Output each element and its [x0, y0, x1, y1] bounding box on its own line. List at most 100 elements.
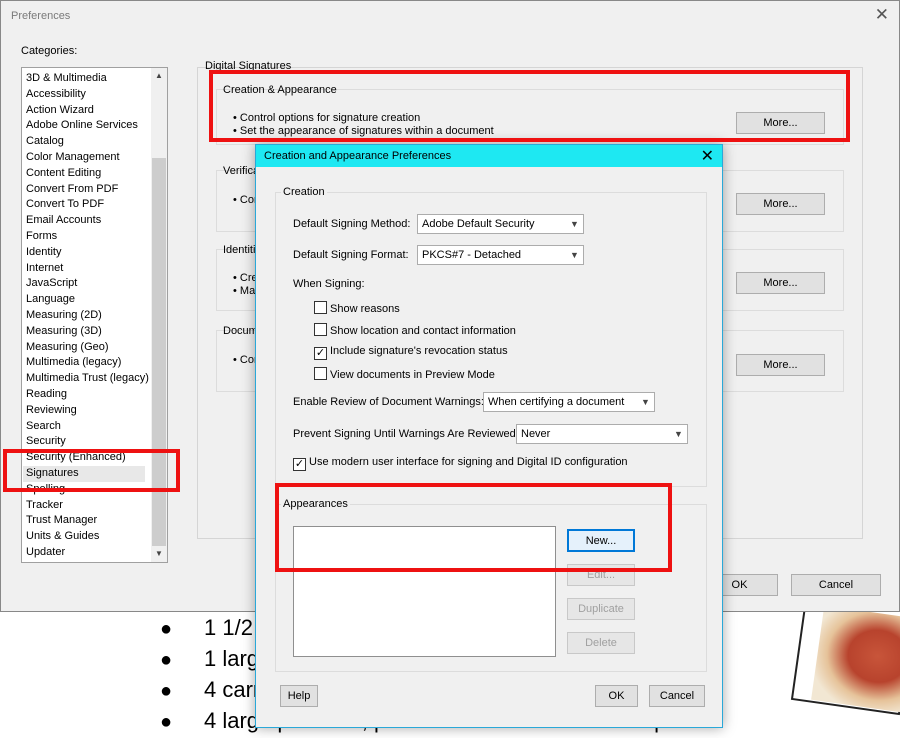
chevron-down-icon: ▼ — [570, 219, 579, 229]
checkmark-icon[interactable]: ✓ — [314, 347, 327, 360]
chevron-down-icon: ▼ — [641, 397, 650, 407]
section-line: • Ma — [233, 285, 256, 297]
category-item[interactable]: Security (Enhanced) — [26, 450, 126, 466]
category-item[interactable]: Tracker — [26, 498, 63, 514]
checkmark-icon[interactable]: ✓ — [293, 458, 306, 471]
revocation-status-checkbox[interactable]: ✓ Include signature's revocation status — [314, 345, 508, 360]
category-item[interactable]: Search — [26, 419, 61, 435]
creation-appearance-dialog: Creation and Appearance Preferences ✕ Cr… — [255, 144, 723, 728]
category-item[interactable]: 3D & Multimedia — [26, 71, 107, 87]
section-line: • Cre — [233, 272, 258, 284]
dialog-ok-button[interactable]: OK — [595, 685, 638, 707]
scrollbar-thumb[interactable] — [152, 158, 166, 546]
window-title: Preferences — [11, 10, 71, 22]
category-item[interactable]: Measuring (3D) — [26, 324, 102, 340]
section-title: Verifica — [223, 165, 260, 177]
chevron-down-icon: ▼ — [674, 429, 683, 439]
category-item[interactable]: Convert From PDF — [26, 182, 118, 198]
creation-label: Creation — [281, 186, 327, 198]
category-item[interactable]: Action Wizard — [26, 103, 94, 119]
category-item[interactable]: Internet — [26, 261, 63, 277]
section-title: Docum — [223, 325, 258, 337]
prevent-signing-value: Never — [521, 428, 551, 440]
section-line: • Cor — [233, 354, 258, 366]
signing-method-label: Default Signing Method: — [293, 218, 411, 230]
category-item[interactable]: Color Management — [26, 150, 120, 166]
new-appearance-button[interactable]: New... — [567, 529, 635, 552]
signing-method-select[interactable]: Adobe Default Security ▼ — [417, 214, 584, 234]
scroll-up-icon[interactable]: ▲ — [151, 68, 167, 84]
dialog-cancel-button[interactable]: Cancel — [649, 685, 705, 707]
categories-label: Categories: — [21, 45, 78, 57]
checkbox-label: Use modern user interface for signing an… — [309, 456, 628, 468]
digital-signatures-label: Digital Signatures — [205, 60, 292, 72]
category-item[interactable]: Measuring (2D) — [26, 308, 102, 324]
checkbox-label: View documents in Preview Mode — [330, 369, 495, 381]
duplicate-appearance-button[interactable]: Duplicate — [567, 598, 635, 620]
close-icon[interactable]: ✕ — [701, 146, 714, 166]
delete-appearance-button[interactable]: Delete — [567, 632, 635, 654]
category-item[interactable]: Email Accounts — [26, 213, 101, 229]
checkbox-box[interactable] — [314, 367, 327, 380]
section-title: Identiti — [223, 244, 256, 256]
signing-format-select[interactable]: PKCS#7 - Detached ▼ — [417, 245, 584, 265]
close-icon[interactable]: ✕ — [875, 5, 889, 25]
checkbox-box[interactable] — [314, 323, 327, 336]
category-item[interactable]: Catalog — [26, 134, 64, 150]
prefs-cancel-button[interactable]: Cancel — [791, 574, 881, 596]
category-item[interactable]: Multimedia (legacy) — [26, 355, 121, 371]
category-item[interactable]: Forms — [26, 229, 57, 245]
prevent-signing-label: Prevent Signing Until Warnings Are Revie… — [293, 428, 519, 440]
section-title: Creation & Appearance — [223, 84, 337, 96]
category-item[interactable]: Convert To PDF — [26, 197, 104, 213]
when-signing-label: When Signing: — [293, 278, 365, 290]
signing-format-value: PKCS#7 - Detached — [422, 249, 522, 261]
section-line: • Control options for signature creation — [233, 112, 421, 124]
category-item[interactable]: Language — [26, 292, 75, 308]
category-item[interactable]: Security — [26, 434, 66, 450]
category-item[interactable]: JavaScript — [26, 276, 77, 292]
category-list[interactable]: ▲ ▼ 3D & Multimedia Accessibility Action W… — [21, 67, 168, 563]
show-location-checkbox[interactable]: Show location and contact information — [314, 323, 516, 337]
dialog-titlebar: Creation and Appearance Preferences ✕ — [256, 145, 722, 167]
signing-format-label: Default Signing Format: — [293, 249, 409, 261]
edit-appearance-button[interactable]: Edit... — [567, 564, 635, 586]
category-item[interactable]: Accessibility — [26, 87, 86, 103]
document-more-button[interactable]: More... — [736, 354, 825, 376]
category-item[interactable]: Reviewing — [26, 403, 77, 419]
section-line: • Set the appearance of signatures withi… — [233, 125, 494, 137]
review-warnings-label: Enable Review of Document Warnings: — [293, 396, 484, 408]
show-reasons-checkbox[interactable]: Show reasons — [314, 301, 400, 315]
category-item[interactable]: Trust Manager — [26, 513, 97, 529]
signing-method-value: Adobe Default Security — [422, 218, 535, 230]
creation-more-button[interactable]: More... — [736, 112, 825, 134]
prevent-signing-select[interactable]: Never ▼ — [516, 424, 688, 444]
verification-more-button[interactable]: More... — [736, 193, 825, 215]
scroll-down-icon[interactable]: ▼ — [151, 546, 167, 562]
review-warnings-select[interactable]: When certifying a document ▼ — [483, 392, 655, 412]
category-item[interactable]: Measuring (Geo) — [26, 340, 109, 356]
category-item[interactable]: Reading — [26, 387, 67, 403]
help-button[interactable]: Help — [280, 685, 318, 707]
section-line: • Cor — [233, 194, 258, 206]
category-scrollbar[interactable]: ▲ ▼ — [151, 68, 167, 562]
category-item[interactable]: Content Editing — [26, 166, 101, 182]
category-item[interactable]: Units & Guides — [26, 529, 99, 545]
modern-ui-checkbox[interactable]: ✓ Use modern user interface for signing a… — [293, 456, 628, 471]
checkbox-label: Include signature's revocation status — [330, 345, 508, 357]
checkbox-box[interactable] — [314, 301, 327, 314]
appearances-list[interactable] — [293, 526, 556, 657]
chevron-down-icon: ▼ — [570, 250, 579, 260]
preview-mode-checkbox[interactable]: View documents in Preview Mode — [314, 367, 495, 381]
category-item[interactable]: Updater — [26, 545, 65, 561]
review-warnings-value: When certifying a document — [488, 396, 625, 408]
category-item[interactable]: Multimedia Trust (legacy) — [26, 371, 149, 387]
category-item[interactable]: Identity — [26, 245, 61, 261]
category-item[interactable]: Signatures — [23, 466, 145, 482]
category-item[interactable]: Adobe Online Services — [26, 118, 138, 134]
appearances-label: Appearances — [281, 498, 350, 510]
checkbox-label: Show reasons — [330, 303, 400, 315]
checkbox-label: Show location and contact information — [330, 325, 516, 337]
identities-more-button[interactable]: More... — [736, 272, 825, 294]
category-item[interactable]: Spelling — [26, 482, 65, 498]
